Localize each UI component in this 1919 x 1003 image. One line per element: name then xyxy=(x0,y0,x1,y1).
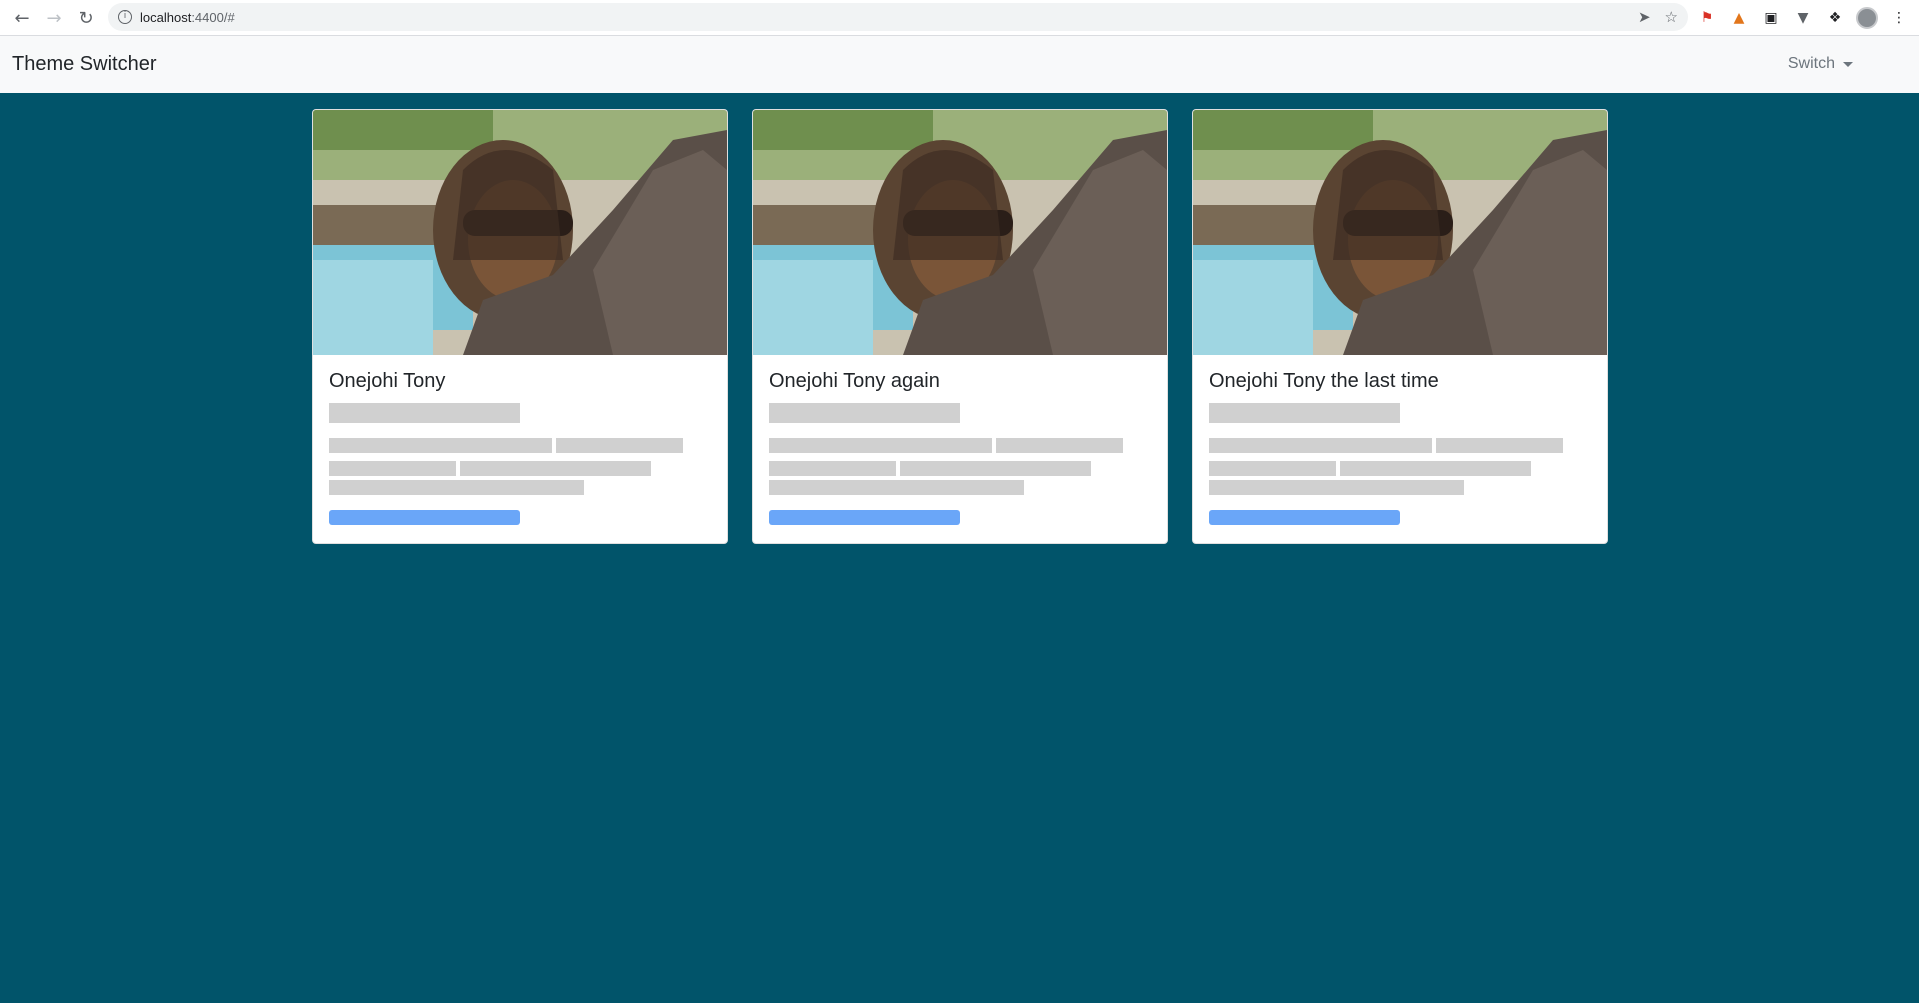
button-placeholder[interactable] xyxy=(769,510,960,525)
bookmark-star-icon[interactable]: ☆ xyxy=(1665,8,1678,26)
browser-toolbar: ← → ↻ i localhost:4400/# ➤ ☆ ⚑ ▲ ▣ ▼ ❖ ⋮ xyxy=(0,0,1919,36)
text-placeholder xyxy=(460,461,651,476)
button-placeholder[interactable] xyxy=(1209,510,1400,525)
text-placeholder-line xyxy=(1209,461,1591,476)
card-body: Onejohi Tony xyxy=(313,355,727,525)
text-placeholder xyxy=(996,438,1123,453)
caret-down-icon xyxy=(1843,61,1853,67)
text-placeholder xyxy=(329,461,456,476)
card-grid: Onejohi Tony Onejohi Tony again Onejohi … xyxy=(312,109,1608,544)
url-text[interactable]: localhost:4400/# xyxy=(140,10,235,25)
navbar-brand[interactable]: Theme Switcher xyxy=(12,53,157,76)
send-icon[interactable]: ➤ xyxy=(1638,8,1651,26)
card-image xyxy=(753,110,1167,355)
text-placeholder xyxy=(769,461,896,476)
site-info-icon[interactable]: i xyxy=(118,10,132,24)
text-placeholder xyxy=(1209,438,1432,453)
text-placeholder-line xyxy=(329,461,711,476)
subtitle-placeholder xyxy=(1209,403,1400,423)
card-title: Onejohi Tony xyxy=(329,370,446,392)
text-placeholder xyxy=(1340,461,1531,476)
address-bar[interactable]: i localhost:4400/# ➤ ☆ xyxy=(108,3,1688,31)
text-placeholder-line xyxy=(329,480,711,495)
extensions-bar: ⚑ ▲ ▣ ▼ ❖ ⋮ xyxy=(1696,0,1910,36)
subtitle-placeholder xyxy=(329,403,520,423)
reload-icon[interactable]: ↻ xyxy=(70,2,102,34)
text-placeholder-line xyxy=(769,461,1151,476)
text-placeholder xyxy=(1209,480,1464,495)
text-placeholder-line xyxy=(1209,480,1591,495)
profile-card: Onejohi Tony again xyxy=(752,109,1168,544)
card-image xyxy=(1193,110,1607,355)
text-placeholder xyxy=(556,438,683,453)
fox-extension-icon[interactable]: ▲ xyxy=(1728,7,1750,29)
text-placeholder xyxy=(769,480,1024,495)
card-title: Onejohi Tony the last time xyxy=(1209,370,1439,392)
more-menu-icon[interactable]: ⋮ xyxy=(1888,7,1910,29)
app-navbar: Theme Switcher Switch xyxy=(0,36,1919,93)
vue-devtools-icon[interactable]: ▼ xyxy=(1792,7,1814,29)
theme-switch-dropdown[interactable]: Switch xyxy=(1788,55,1853,73)
text-placeholder-line xyxy=(329,438,711,453)
button-placeholder[interactable] xyxy=(329,510,520,525)
profile-avatar-icon[interactable] xyxy=(1856,7,1878,29)
text-placeholder xyxy=(769,438,992,453)
puzzle-extensions-icon[interactable]: ❖ xyxy=(1824,7,1846,29)
megaphone-extension-icon[interactable]: ⚑ xyxy=(1696,7,1718,29)
text-placeholder xyxy=(900,461,1091,476)
card-body: Onejohi Tony the last time xyxy=(1193,355,1607,525)
address-bar-actions: ➤ ☆ xyxy=(1638,3,1678,31)
text-placeholder xyxy=(1209,461,1336,476)
text-placeholder-line xyxy=(1209,438,1591,453)
profile-card: Onejohi Tony xyxy=(312,109,728,544)
url-host: localhost xyxy=(140,9,192,25)
subtitle-placeholder xyxy=(769,403,960,423)
back-icon[interactable]: ← xyxy=(6,2,38,34)
card-title: Onejohi Tony again xyxy=(769,370,940,392)
forward-icon[interactable]: → xyxy=(38,2,70,34)
card-body: Onejohi Tony again xyxy=(753,355,1167,525)
selfie-photo xyxy=(313,110,727,355)
selfie-photo xyxy=(753,110,1167,355)
text-placeholder xyxy=(329,438,552,453)
url-path: :4400/# xyxy=(191,9,235,25)
selfie-photo xyxy=(1193,110,1607,355)
text-placeholder xyxy=(1436,438,1563,453)
switch-label: Switch xyxy=(1787,55,1835,72)
text-placeholder-line xyxy=(769,438,1151,453)
text-placeholder xyxy=(329,480,584,495)
card-image xyxy=(313,110,727,355)
text-placeholder-line xyxy=(769,480,1151,495)
picture-in-picture-icon[interactable]: ▣ xyxy=(1760,7,1782,29)
profile-card: Onejohi Tony the last time xyxy=(1192,109,1608,544)
